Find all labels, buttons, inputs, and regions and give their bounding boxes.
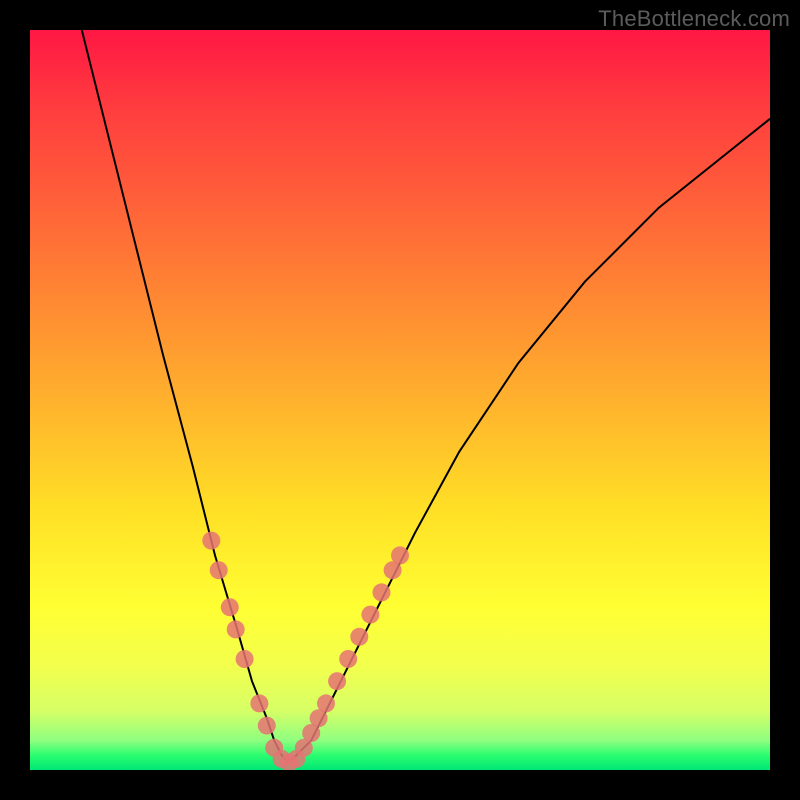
chart-svg <box>30 30 770 770</box>
highlight-marker <box>350 628 368 646</box>
highlight-marker <box>317 694 335 712</box>
highlight-marker <box>210 561 228 579</box>
marker-group <box>202 532 409 770</box>
highlight-marker <box>221 598 239 616</box>
highlight-marker <box>391 546 409 564</box>
plot-area <box>30 30 770 770</box>
highlight-marker <box>361 606 379 624</box>
curve-path <box>82 30 770 763</box>
highlight-marker <box>339 650 357 668</box>
highlight-marker <box>227 620 245 638</box>
highlight-marker <box>236 650 254 668</box>
highlight-marker <box>373 583 391 601</box>
highlight-marker <box>250 694 268 712</box>
chart-frame: TheBottleneck.com <box>0 0 800 800</box>
highlight-marker <box>328 672 346 690</box>
watermark-text: TheBottleneck.com <box>598 6 790 32</box>
highlight-marker <box>202 532 220 550</box>
bottleneck-curve <box>82 30 770 763</box>
highlight-marker <box>258 717 276 735</box>
